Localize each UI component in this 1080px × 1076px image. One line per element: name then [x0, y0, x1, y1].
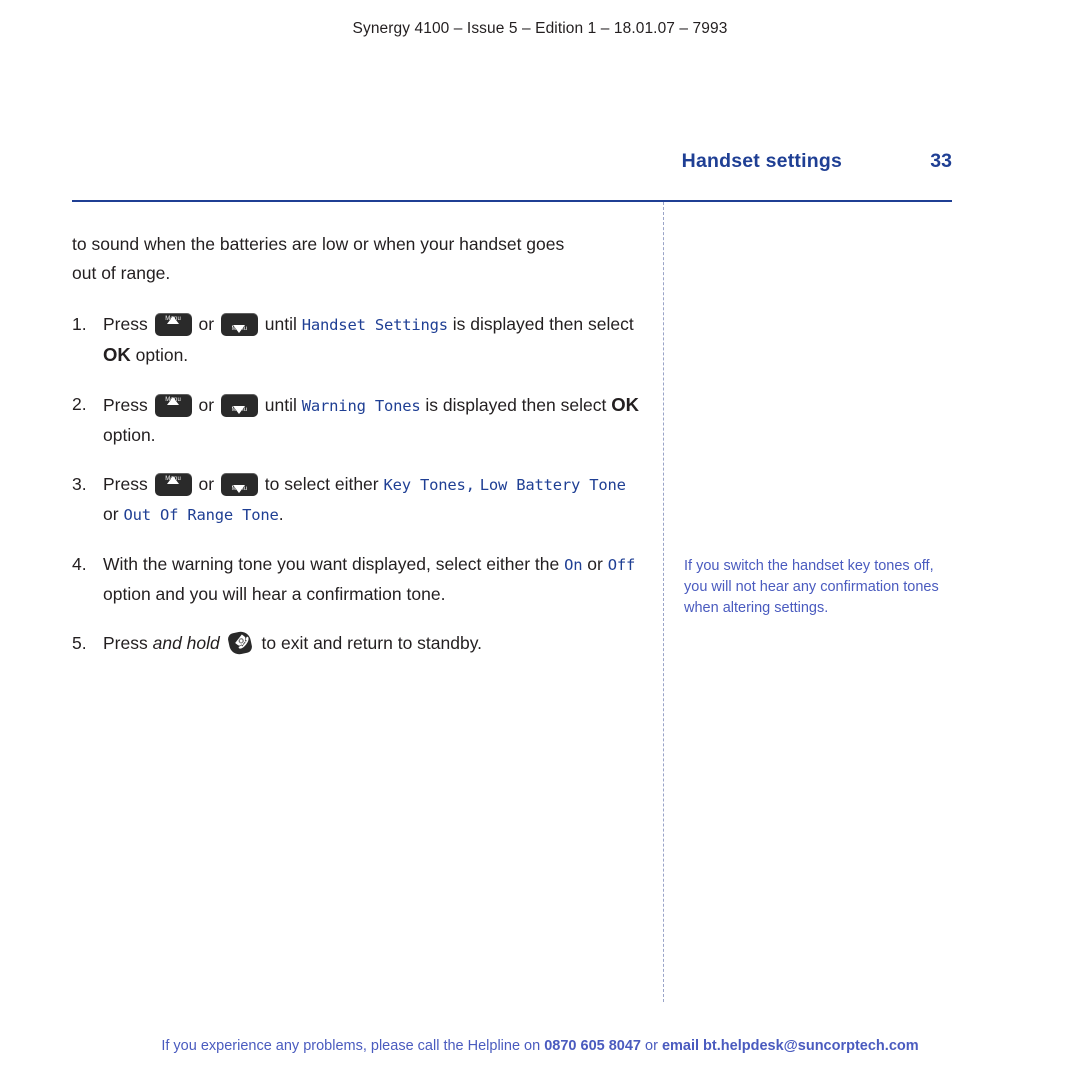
step-number: 2.: [72, 394, 87, 414]
step-tail-text: is displayed then select: [425, 395, 607, 415]
footer-mid-text: or: [645, 1038, 658, 1054]
step-text: Press Menu or Menu until Handset Setting…: [103, 313, 634, 365]
page-footer: If you experience any problems, please c…: [0, 1038, 1080, 1054]
sidebar-note-text: If you switch the handset key tones off,…: [684, 558, 939, 616]
step-or-word: or: [103, 504, 119, 524]
step-press-word: Press: [103, 314, 148, 334]
step-text: Press Menu or Menu to select either Key …: [103, 473, 626, 524]
lcd-text: Warning Tones: [301, 397, 421, 415]
step-until-word: until: [264, 395, 297, 415]
list-item: 1. Press Menu or Menu until Handset Sett…: [72, 310, 642, 370]
step-or-word: or: [198, 395, 215, 415]
menu-up-key-icon: Menu: [154, 394, 192, 417]
step-text: Press Menu or Menu until Warning Tones i…: [103, 394, 639, 445]
step-end-text: option.: [103, 425, 156, 445]
page-title-row: Handset settings 33: [72, 150, 952, 180]
step-end-text: option.: [135, 345, 189, 365]
step-press-word: Press: [103, 633, 148, 653]
step-italic-text: and hold: [152, 633, 220, 653]
step-or-word: or: [198, 474, 215, 494]
ok-label: OK: [611, 394, 639, 415]
header-rule: [72, 200, 952, 202]
intro-paragraph: to sound when the batteries are low or w…: [72, 234, 565, 283]
column-divider: [663, 202, 664, 1002]
menu-down-key-icon: Menu: [220, 473, 258, 496]
footer-lead-text: If you experience any problems, please c…: [161, 1038, 541, 1054]
step-or-word: or: [587, 554, 603, 574]
list-item: 4. With the warning tone you want displa…: [72, 550, 642, 609]
lcd-text: On: [564, 556, 583, 574]
step-press-word: Press: [103, 395, 148, 415]
menu-up-key-icon: Menu: [154, 473, 192, 496]
lcd-text: Out Of Range Tone: [123, 506, 279, 524]
lcd-separator: ,: [465, 476, 475, 494]
ok-label: OK: [103, 344, 131, 365]
step-number: 1.: [72, 314, 87, 334]
step-tail-text: is displayed then select: [452, 314, 634, 334]
footer-email[interactable]: email bt.helpdesk@suncorptech.com: [662, 1038, 919, 1054]
footer-phone: 0870 605 8047: [544, 1038, 641, 1054]
menu-down-key-icon: Menu: [220, 394, 258, 417]
document-header-text: Synergy 4100 – Issue 5 – Edition 1 – 18.…: [352, 20, 728, 37]
lcd-text: Off: [607, 556, 636, 574]
page-number: 33: [930, 150, 952, 172]
step-until-word: until: [264, 314, 297, 334]
step-number: 5.: [72, 633, 87, 653]
step-number: 3.: [72, 474, 87, 494]
step-end-text: .: [278, 504, 284, 524]
step-text: With the warning tone you want displayed…: [103, 554, 635, 604]
step-press-word: Press: [103, 474, 148, 494]
end-call-key-icon: ☎: [226, 629, 255, 657]
step-or-word: or: [198, 314, 215, 334]
list-item: 2. Press Menu or Menu until Warning Tone…: [72, 390, 642, 450]
lcd-text: Key Tones: [383, 476, 466, 494]
step-tail-text: to exit and return to standby.: [261, 633, 483, 653]
main-content: to sound when the batteries are low or w…: [72, 230, 642, 678]
menu-down-key-icon: Menu: [220, 313, 258, 336]
list-item: 5. Press and hold ☎ to exit and return t…: [72, 629, 642, 658]
step-lead-text: With the warning tone you want displayed…: [103, 554, 560, 574]
step-tail-text: option and you will hear a confirmation …: [103, 584, 446, 604]
lcd-text: Handset Settings: [301, 316, 448, 334]
sidebar-note: If you switch the handset key tones off,…: [684, 556, 959, 619]
list-item: 3. Press Menu or Menu to select either K…: [72, 470, 642, 530]
document-header: Synergy 4100 – Issue 5 – Edition 1 – 18.…: [0, 20, 1080, 38]
lcd-text: Low Battery Tone: [479, 476, 626, 494]
menu-up-key-icon: Menu: [154, 313, 192, 336]
step-number: 4.: [72, 554, 87, 574]
steps-list: 1. Press Menu or Menu until Handset Sett…: [72, 310, 642, 658]
page-title: Handset settings: [681, 150, 842, 172]
step-text: Press and hold ☎ to exit and return to s…: [103, 629, 483, 657]
step-select-text: to select either: [264, 474, 379, 494]
